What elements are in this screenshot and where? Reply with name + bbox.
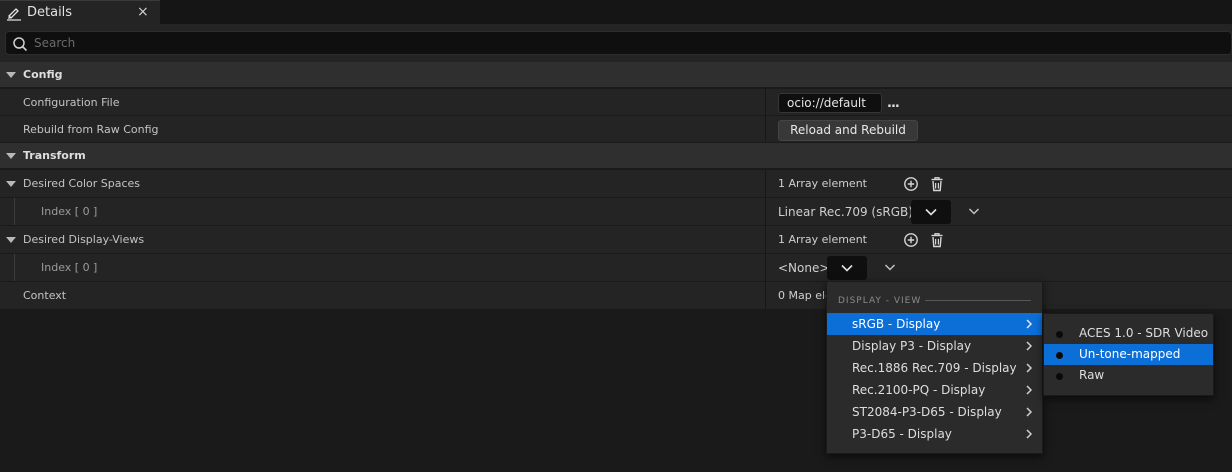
menu-header: DISPLAY - VIEW [838, 296, 922, 306]
menu-item-rec1886[interactable]: Rec.1886 Rec.709 - Display [827, 357, 1042, 379]
chevron-down-icon [925, 208, 937, 216]
search-input[interactable] [34, 32, 1214, 54]
menu-item-rec2100-pq[interactable]: Rec.2100-PQ - Display [827, 379, 1042, 401]
reload-and-rebuild-button[interactable]: Reload and Rebuild [778, 120, 918, 141]
menu-item-label: Rec.2100-PQ - Display [852, 383, 986, 397]
radio-dot-icon [1056, 373, 1063, 380]
add-element-icon[interactable] [903, 176, 919, 192]
property-row-color-space-index: Index [ 0 ] Linear Rec.709 (sRGB) [0, 198, 1232, 226]
property-row-configuration-file: Configuration File [0, 89, 1232, 116]
configuration-file-field[interactable]: ocio://default [778, 93, 882, 113]
menu-header-divider [925, 300, 1031, 301]
submenu-item-un-tone-mapped[interactable]: Un-tone-mapped [1044, 344, 1213, 365]
property-label: Rebuild from Raw Config [23, 123, 159, 136]
color-space-value: Linear Rec.709 (sRGB) [778, 205, 913, 219]
display-view-value: <None> [778, 261, 830, 275]
property-row-desired-color-spaces: Desired Color Spaces 1 Array element [0, 170, 1232, 198]
collapse-arrow-icon[interactable] [6, 181, 16, 187]
column-divider[interactable] [765, 198, 766, 225]
browse-button[interactable]: ... [887, 96, 900, 111]
add-element-icon[interactable] [903, 232, 919, 248]
column-divider[interactable] [765, 170, 766, 197]
menu-item-label: Display P3 - Display [852, 339, 972, 353]
chevron-right-icon [1026, 429, 1033, 439]
radio-dot-icon [1056, 331, 1063, 338]
chevron-right-icon [1026, 407, 1033, 417]
display-view-combo-button[interactable] [827, 256, 867, 280]
category-label: Transform [23, 149, 86, 162]
property-row-desired-display-views: Desired Display-Views 1 Array element [0, 226, 1232, 254]
menu-item-label: Rec.1886 Rec.709 - Display [852, 361, 1017, 375]
collapse-arrow-icon[interactable] [6, 153, 16, 159]
column-divider[interactable] [765, 254, 766, 281]
menu-item-p3-d65[interactable]: P3-D65 - Display [827, 423, 1042, 445]
category-label: Config [23, 68, 63, 81]
menu-item-label: P3-D65 - Display [852, 427, 952, 441]
category-transform[interactable]: Transform [0, 143, 1232, 169]
category-config[interactable]: Config [0, 62, 1232, 88]
tab-title: Details [27, 5, 73, 20]
array-count: 1 Array element [778, 233, 867, 246]
close-icon[interactable]: × [137, 4, 149, 20]
radio-dot-icon [1056, 352, 1063, 359]
property-label: Configuration File [23, 96, 120, 109]
submenu-item-label: Raw [1079, 368, 1105, 382]
indent-guide [14, 254, 15, 281]
column-divider[interactable] [765, 116, 766, 142]
edit-icon [6, 5, 22, 21]
chevron-right-icon [1026, 385, 1033, 395]
collapse-arrow-icon[interactable] [6, 72, 16, 78]
index-label: Index [ 0 ] [41, 261, 98, 274]
chevron-right-icon [1026, 319, 1033, 329]
indent-guide [14, 198, 15, 225]
expand-dropdown-icon[interactable] [968, 207, 980, 216]
column-divider[interactable] [765, 89, 766, 115]
property-row-context: Context 0 Map ele [0, 282, 1232, 310]
menu-item-st2084-p3-d65[interactable]: ST2084-P3-D65 - Display [827, 401, 1042, 423]
submenu-item-aces-sdr-video[interactable]: ACES 1.0 - SDR Video [1044, 323, 1213, 344]
property-row-rebuild: Rebuild from Raw Config [0, 116, 1232, 143]
delete-icon[interactable] [929, 232, 945, 248]
property-row-display-view-index: Index [ 0 ] <None> [0, 254, 1232, 282]
details-tab[interactable]: Details × [0, 0, 160, 24]
menu-item-display-p3[interactable]: Display P3 - Display [827, 335, 1042, 357]
property-label: Desired Color Spaces [23, 177, 141, 190]
chevron-right-icon [1026, 341, 1033, 351]
menu-item-label: ST2084-P3-D65 - Display [852, 405, 1002, 419]
property-label: Context [23, 289, 67, 302]
property-label: Desired Display-Views [23, 233, 145, 246]
tab-bar [0, 0, 1232, 24]
expand-dropdown-icon[interactable] [884, 263, 896, 272]
index-label: Index [ 0 ] [41, 205, 98, 218]
submenu-item-label: Un-tone-mapped [1079, 347, 1181, 361]
chevron-right-icon [1026, 363, 1033, 373]
column-divider[interactable] [765, 282, 766, 309]
menu-item-label: sRGB - Display [852, 317, 941, 331]
column-divider[interactable] [765, 226, 766, 253]
map-count: 0 Map ele [778, 289, 832, 302]
array-count: 1 Array element [778, 177, 867, 190]
collapse-arrow-icon[interactable] [6, 237, 16, 243]
color-space-combo-button[interactable] [911, 200, 951, 224]
menu-item-srgb-display[interactable]: sRGB - Display [827, 313, 1042, 335]
chevron-down-icon [841, 264, 853, 272]
delete-icon[interactable] [929, 176, 945, 192]
submenu-item-raw[interactable]: Raw [1044, 365, 1213, 386]
search-icon [12, 36, 28, 52]
submenu-item-label: ACES 1.0 - SDR Video [1079, 326, 1209, 340]
